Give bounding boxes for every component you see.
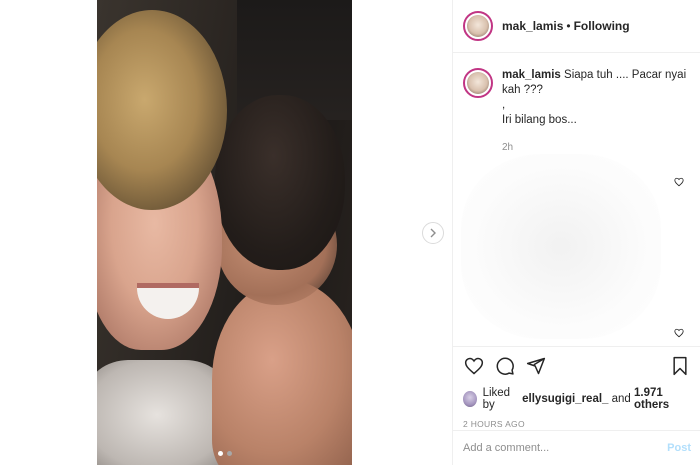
media-area — [0, 0, 452, 465]
comment-like-heart-icon[interactable] — [673, 176, 685, 188]
caption-text-line3: Iri bilang bos... — [502, 114, 577, 126]
chevron-right-icon — [429, 226, 437, 241]
video-head-man — [215, 95, 345, 270]
carousel-dots — [218, 451, 232, 456]
add-comment-bar: Post — [453, 430, 700, 465]
heart-icon[interactable] — [463, 355, 485, 377]
liker-avatar[interactable] — [463, 391, 477, 407]
caption-text-line2: , — [502, 99, 506, 111]
header-username[interactable]: mak_lamis — [502, 19, 563, 33]
caption-avatar[interactable] — [463, 68, 493, 98]
avatar[interactable] — [463, 11, 493, 41]
comments-area: mak_lamis Siapa tuh .... Pacar nyai kah … — [453, 54, 700, 346]
video-sheet — [97, 360, 227, 465]
comment-icon[interactable] — [494, 355, 516, 377]
likes-prefix: Liked by — [482, 387, 511, 411]
next-media-button[interactable] — [422, 222, 444, 244]
likes-summary: Liked by ellysugigi_real_ and 1.971 othe… — [463, 387, 691, 411]
likes-user[interactable]: ellysugigi_real_ — [522, 393, 608, 405]
post-side-panel: mak_lamis • Following mak_lamis Siapa tu… — [452, 0, 700, 465]
post-timestamp[interactable]: 2 HOURS AGO — [463, 419, 691, 429]
carousel-dot-active — [218, 451, 223, 456]
post-header: mak_lamis • Following — [453, 0, 700, 53]
post-comment-button[interactable]: Post — [667, 442, 691, 454]
action-icons-row — [463, 355, 691, 377]
bookmark-icon[interactable] — [669, 355, 691, 377]
following-button[interactable]: Following — [574, 19, 630, 33]
carousel-dot — [227, 451, 232, 456]
share-icon[interactable] — [525, 355, 547, 377]
caption-username[interactable]: mak_lamis — [502, 69, 561, 81]
likes-count[interactable]: 1.971 others — [634, 387, 691, 411]
comment-like-heart-icon-2[interactable] — [673, 327, 685, 339]
header-separator: • — [566, 19, 571, 33]
post-video[interactable] — [97, 0, 352, 465]
comment-input[interactable] — [463, 442, 668, 454]
post-actions: Liked by ellysugigi_real_ and 1.971 othe… — [453, 346, 700, 429]
caption-comment: mak_lamis Siapa tuh .... Pacar nyai kah … — [453, 54, 700, 155]
blurred-comment-area — [461, 154, 661, 339]
likes-connector: and — [611, 393, 631, 405]
caption-time[interactable]: 2h — [502, 140, 691, 155]
